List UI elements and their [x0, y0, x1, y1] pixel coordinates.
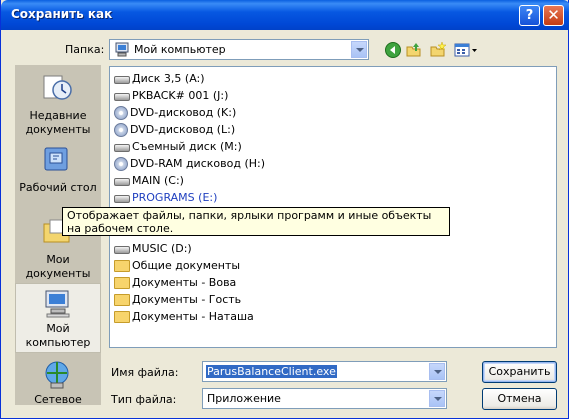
place-label: Недавние документы: [25, 109, 91, 136]
look-in-combo[interactable]: Мой компьютер: [109, 39, 369, 60]
new-folder-icon[interactable]: [429, 41, 447, 59]
list-item[interactable]: PKBACK# 001 (J:): [114, 88, 228, 104]
desktop-icon: [44, 147, 68, 171]
list-item[interactable]: DVD-дисковод (L:): [114, 122, 235, 138]
filetype-value: Приложение: [207, 392, 281, 405]
folder-icon: [114, 294, 130, 306]
chevron-down-icon[interactable]: [429, 363, 445, 380]
place-my-computer[interactable]: Мой компьютер: [15, 283, 101, 353]
my-computer-icon: [45, 290, 70, 318]
place-recent-documents[interactable]: Недавние документы: [15, 67, 101, 137]
save-as-dialog: Сохранить как ? ✕ Папка: Мой компьютер Н…: [0, 0, 569, 419]
desktop-tooltip: Отображает файлы, папки, ярлыки программ…: [62, 207, 450, 236]
cd-icon: [114, 123, 128, 137]
folder-icon: [114, 260, 130, 272]
place-label: Рабочий стол: [19, 181, 97, 194]
list-item[interactable]: Съемный диск (M:): [114, 139, 242, 155]
up-one-level-icon[interactable]: [405, 41, 423, 59]
list-item[interactable]: PROGRAMS (E:): [114, 190, 217, 206]
recent-documents-icon: [43, 75, 72, 100]
network-icon: [45, 361, 69, 389]
my-computer-icon: [115, 42, 129, 57]
chevron-down-icon[interactable]: [351, 41, 367, 58]
filetype-label: Тип файла:: [111, 393, 177, 406]
floppy-icon: [114, 76, 130, 84]
drive-icon: [114, 195, 130, 203]
drive-icon: [114, 144, 130, 152]
cd-icon: [114, 157, 128, 171]
help-button[interactable]: ?: [519, 5, 540, 26]
drive-icon: [114, 246, 130, 254]
list-item[interactable]: Общие документы: [114, 258, 240, 274]
close-button[interactable]: ✕: [543, 5, 564, 26]
list-item[interactable]: DVD-дисковод (K:): [114, 105, 236, 121]
title-bar[interactable]: Сохранить как ? ✕: [1, 0, 569, 30]
list-item[interactable]: MAIN (C:): [114, 173, 184, 189]
filename-value: ParusBalanceClient.exe: [206, 365, 337, 378]
chevron-down-icon[interactable]: [429, 390, 445, 407]
list-item[interactable]: MUSIC (D:): [114, 241, 192, 257]
place-network[interactable]: Сетевое: [15, 355, 101, 405]
list-item[interactable]: Документы - Наташа: [114, 309, 254, 325]
views-menu-icon[interactable]: [453, 41, 479, 59]
filetype-select[interactable]: Приложение: [202, 388, 447, 409]
back-icon[interactable]: [384, 41, 402, 59]
place-label: Сетевое: [34, 393, 82, 405]
cancel-button[interactable]: Отмена: [482, 388, 557, 410]
filename-field[interactable]: ParusBalanceClient.exe: [202, 361, 447, 382]
save-button[interactable]: Сохранить: [482, 361, 557, 383]
drive-icon: [114, 93, 130, 101]
look-in-value: Мой компьютер: [134, 43, 226, 56]
list-item[interactable]: Документы - Гость: [114, 292, 241, 308]
place-label: Мой компьютер: [25, 322, 91, 349]
filename-label: Имя файла:: [111, 366, 179, 379]
list-item[interactable]: DVD-RAM дисковод (H:): [114, 156, 265, 172]
list-item[interactable]: Документы - Вова: [114, 275, 236, 291]
list-item[interactable]: Диск 3,5 (A:): [114, 71, 205, 87]
folder-icon: [114, 311, 130, 323]
drive-icon: [114, 178, 130, 186]
place-label: Мои документы: [25, 253, 91, 280]
cd-icon: [114, 106, 128, 120]
look-in-label: Папка:: [65, 43, 105, 56]
dialog-title: Сохранить как: [11, 7, 113, 21]
place-desktop[interactable]: Рабочий стол: [15, 139, 101, 209]
folder-icon: [114, 277, 130, 289]
